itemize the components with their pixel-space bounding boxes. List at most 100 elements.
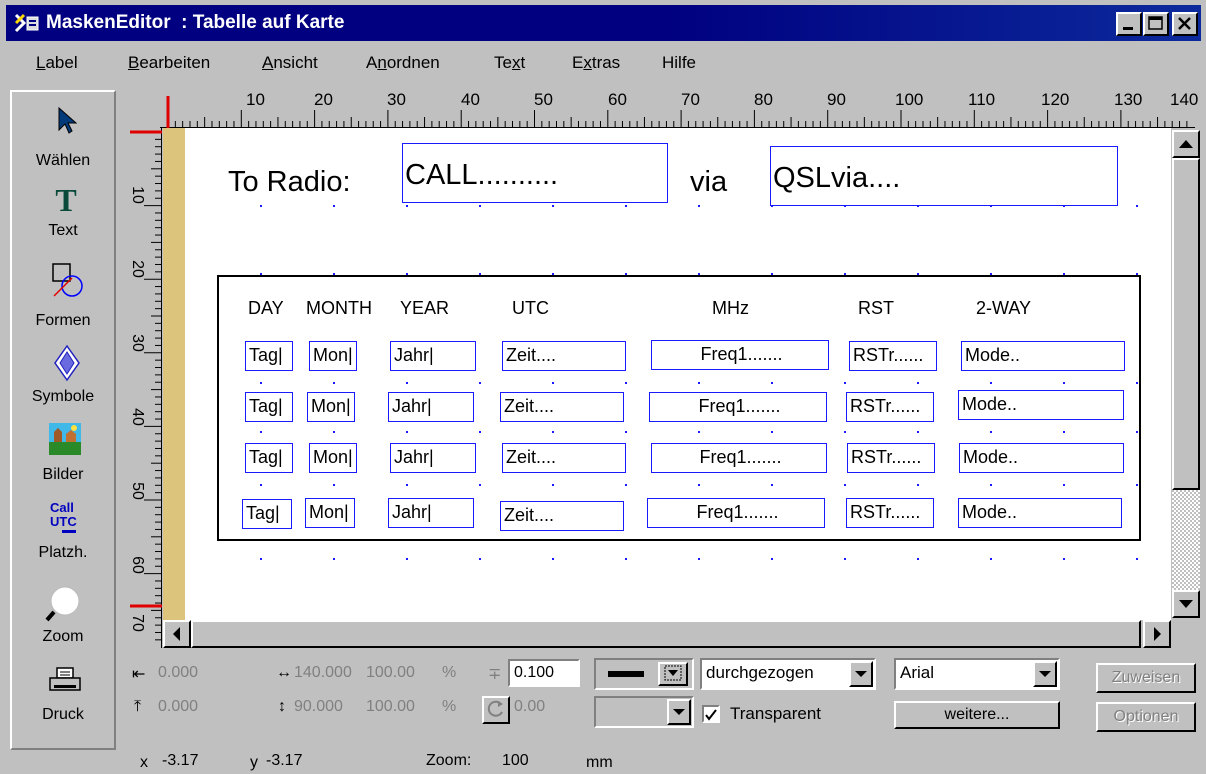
font-dropdown-button[interactable] [1033, 661, 1057, 687]
width-value[interactable]: 140.000 [294, 664, 352, 682]
status-y-label: y [250, 754, 258, 771]
line-style-select[interactable]: durchgezogen [700, 658, 876, 690]
header-day[interactable]: DAY [248, 298, 284, 319]
line-width-input[interactable]: 0.100 [508, 659, 580, 687]
field-utc[interactable]: Zeit.... [502, 443, 626, 473]
call-field[interactable]: CALL.......... [402, 143, 668, 203]
to-radio-label[interactable]: To Radio: [228, 166, 351, 199]
vertical-scroll-track[interactable] [1172, 490, 1200, 594]
maximize-button[interactable] [1143, 12, 1169, 36]
field-month[interactable]: Mon| [305, 498, 355, 528]
font-select[interactable]: Arial [894, 658, 1060, 690]
field-month[interactable]: Mon| [309, 443, 357, 473]
x-position-value[interactable]: 0.000 [158, 664, 198, 682]
scroll-left-button[interactable] [163, 620, 191, 648]
width-percent-value[interactable]: 100.00 [366, 664, 415, 682]
scroll-up-button[interactable] [1172, 130, 1200, 158]
vertical-scrollbar[interactable] [1171, 128, 1201, 648]
field-mode[interactable]: Mode.. [961, 341, 1125, 371]
checkmark-icon [705, 709, 717, 721]
field-mode[interactable]: Mode.. [958, 498, 1122, 528]
field-mode[interactable]: Mode.. [958, 390, 1124, 420]
tool-shapes[interactable]: Formen [12, 262, 114, 336]
field-day[interactable]: Tag| [245, 443, 293, 473]
tool-images[interactable]: Bilder [12, 422, 114, 496]
line-thickness-combo[interactable] [594, 658, 694, 690]
qslvia-field[interactable]: QSLvia.... [770, 146, 1118, 206]
svg-text:T: T [55, 184, 76, 216]
header-mhz[interactable]: MHz [712, 298, 749, 319]
transparent-label[interactable]: Transparent [730, 704, 821, 724]
arrow-left-icon [173, 627, 180, 641]
tool-text[interactable]: T Text [12, 184, 114, 254]
menu-hilfe[interactable]: Hilfe [662, 53, 696, 73]
grid-dot [1063, 205, 1065, 207]
height-value[interactable]: 90.000 [294, 698, 343, 716]
header-year[interactable]: YEAR [400, 298, 449, 319]
field-freq[interactable]: Freq1....... [651, 340, 829, 370]
rotation-value[interactable]: 0.00 [514, 698, 545, 716]
menu-bearbeiten[interactable]: Bearbeiten [128, 53, 210, 73]
field-day[interactable]: Tag| [245, 392, 293, 422]
menu-ansicht[interactable]: Ansicht [262, 53, 318, 73]
scroll-right-button[interactable] [1143, 620, 1171, 648]
grid-dot [917, 273, 919, 275]
tool-zoom[interactable]: Zoom [12, 584, 114, 658]
y-position-value[interactable]: 0.000 [158, 698, 198, 716]
grid-dot [1136, 558, 1138, 560]
grid-dot [771, 273, 773, 275]
field-year[interactable]: Jahr| [388, 498, 474, 528]
options-button[interactable]: Optionen [1096, 702, 1196, 732]
line-thickness-dropdown-button[interactable] [658, 662, 688, 686]
tool-select[interactable]: Wählen [12, 106, 114, 176]
tool-print[interactable]: Druck [12, 666, 114, 736]
menu-text[interactable]: Text [494, 53, 525, 73]
menu-extras[interactable]: Extras [572, 53, 620, 73]
scroll-down-button[interactable] [1172, 590, 1200, 618]
field-year[interactable]: Jahr| [388, 392, 474, 422]
field-month[interactable]: Mon| [309, 341, 357, 371]
transparent-checkbox[interactable] [702, 705, 720, 723]
field-year[interactable]: Jahr| [390, 443, 476, 473]
symbols-diamond-icon [54, 344, 80, 382]
fill-color-select[interactable] [594, 696, 694, 728]
header-rst[interactable]: RST [858, 298, 894, 319]
horizontal-scrollbar[interactable] [163, 620, 1171, 648]
field-month[interactable]: Mon| [307, 392, 355, 422]
height-percent-value[interactable]: 100.00 [366, 698, 415, 716]
grid-dot [333, 431, 335, 433]
field-day[interactable]: Tag| [242, 499, 292, 529]
assign-button[interactable]: Zuweisen [1096, 663, 1196, 693]
field-freq[interactable]: Freq1....... [647, 498, 825, 528]
field-rst[interactable]: RSTr...... [846, 392, 934, 422]
field-freq[interactable]: Freq1....... [649, 392, 827, 422]
menu-label[interactable]: Label [36, 53, 78, 73]
header-utc[interactable]: UTC [512, 298, 549, 319]
field-day[interactable]: Tag| [245, 341, 293, 371]
line-style-dropdown-button[interactable] [849, 661, 873, 687]
field-mode[interactable]: Mode.. [959, 443, 1124, 473]
minimize-button[interactable] [1116, 12, 1142, 36]
rotate-button[interactable] [482, 696, 510, 724]
line-thickness-preview [608, 671, 644, 677]
field-year[interactable]: Jahr| [390, 341, 476, 371]
close-button[interactable] [1172, 12, 1198, 36]
header-month[interactable]: MONTH [306, 298, 372, 319]
field-rst[interactable]: RSTr...... [846, 498, 934, 528]
more-fonts-button[interactable]: weitere... [894, 701, 1060, 729]
horizontal-scroll-thumb[interactable] [191, 620, 1141, 648]
header-2way[interactable]: 2-WAY [976, 298, 1031, 319]
via-label[interactable]: via [690, 166, 727, 199]
tool-symbols[interactable]: Symbole [12, 344, 114, 418]
menu-anordnen[interactable]: Anordnen [366, 53, 440, 73]
field-utc[interactable]: Zeit.... [500, 392, 624, 422]
vertical-scroll-thumb[interactable] [1172, 158, 1200, 490]
field-utc[interactable]: Zeit.... [502, 341, 626, 371]
field-rst[interactable]: RSTr...... [847, 443, 935, 473]
fill-color-dropdown-button[interactable] [667, 699, 691, 725]
field-rst[interactable]: RSTr...... [849, 341, 937, 371]
tool-placeholders[interactable]: Call UTC Platzh. [12, 500, 114, 574]
field-freq[interactable]: Freq1....... [651, 443, 827, 473]
field-utc[interactable]: Zeit.... [500, 501, 624, 531]
grid-dot [333, 382, 335, 384]
